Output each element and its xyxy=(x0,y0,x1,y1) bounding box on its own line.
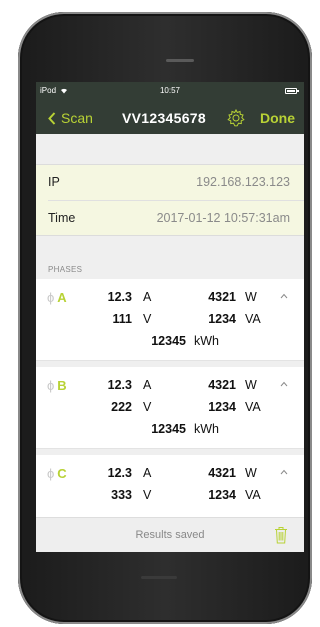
apparent-power-unit: VA xyxy=(245,488,261,502)
status-time: 10:57 xyxy=(159,86,181,95)
apparent-power-value: 1234 xyxy=(208,488,236,502)
ip-label: IP xyxy=(48,175,60,189)
back-button-label: Scan xyxy=(61,110,93,126)
apparent-power-value: 1234 xyxy=(208,400,236,414)
phase-card-a[interactable]: ϕA 12.3 A 4321 W 111 V 1234 VA 12345 kWh xyxy=(36,279,304,361)
power-value: 4321 xyxy=(208,290,236,304)
home-indicator xyxy=(141,576,177,579)
apparent-power-unit: VA xyxy=(245,400,261,414)
back-button[interactable]: Scan xyxy=(48,110,93,126)
phase-name: C xyxy=(57,466,67,481)
navigation-bar: Scan VV12345678 Done xyxy=(36,102,304,134)
chevron-up-icon[interactable] xyxy=(280,380,288,388)
phase-label: ϕB xyxy=(47,378,67,393)
voltage-value: 111 xyxy=(112,312,132,326)
chevron-up-icon[interactable] xyxy=(280,292,288,300)
current-value: 12.3 xyxy=(107,378,132,392)
device-title: VV12345678 xyxy=(122,110,206,126)
time-label: Time xyxy=(48,211,76,225)
voltage-unit: V xyxy=(143,312,152,326)
power-value: 4321 xyxy=(208,466,236,480)
energy-unit: kWh xyxy=(194,422,219,436)
app-screen: iPod 10:57 Scan VV12345678 Done IP 192.1… xyxy=(36,82,304,552)
current-unit: A xyxy=(143,290,152,304)
phase-name: B xyxy=(57,378,67,393)
current-value: 12.3 xyxy=(107,290,132,304)
ip-row: IP 192.168.123.123 xyxy=(36,165,304,201)
power-unit: W xyxy=(245,466,257,480)
current-unit: A xyxy=(143,466,152,480)
footer-bar: Results saved xyxy=(36,517,304,552)
results-status: Results saved xyxy=(135,529,205,541)
energy-value: 12345 xyxy=(151,334,186,348)
done-button[interactable]: Done xyxy=(260,110,295,126)
status-bar: iPod 10:57 xyxy=(36,82,304,102)
time-row: Time 2017-01-12 10:57:31am xyxy=(36,201,304,236)
gear-icon[interactable] xyxy=(226,108,246,128)
voltage-value: 333 xyxy=(111,488,132,502)
time-value: 2017-01-12 10:57:31am xyxy=(156,211,290,225)
phi-symbol: ϕ xyxy=(47,378,55,393)
phases-section-header: PHASES xyxy=(48,265,83,274)
phase-label: ϕC xyxy=(47,466,67,481)
current-value: 12.3 xyxy=(107,466,132,480)
apparent-power-value: 1234 xyxy=(208,312,236,326)
chevron-left-icon xyxy=(48,111,56,125)
phase-card-c[interactable]: ϕC 12.3 A 4321 W 333 V 1234 VA xyxy=(36,455,304,517)
phi-symbol: ϕ xyxy=(47,290,55,305)
voltage-value: 222 xyxy=(111,400,132,414)
power-unit: W xyxy=(245,290,257,304)
battery-icon xyxy=(285,88,299,94)
power-unit: W xyxy=(245,378,257,392)
voltage-unit: V xyxy=(143,400,152,414)
energy-unit: kWh xyxy=(194,334,219,348)
ip-value: 192.168.123.123 xyxy=(196,175,290,189)
power-value: 4321 xyxy=(208,378,236,392)
energy-value: 12345 xyxy=(151,422,186,436)
phase-card-b[interactable]: ϕB 12.3 A 4321 W 222 V 1234 VA 12345 kWh xyxy=(36,367,304,449)
apparent-power-unit: VA xyxy=(245,312,261,326)
device-info-section: IP 192.168.123.123 Time 2017-01-12 10:57… xyxy=(36,164,304,236)
phase-label: ϕA xyxy=(47,290,67,305)
voltage-unit: V xyxy=(143,488,152,502)
current-unit: A xyxy=(143,378,152,392)
speaker-grille xyxy=(166,59,194,62)
phase-name: A xyxy=(57,290,67,305)
trash-icon[interactable] xyxy=(274,526,288,544)
chevron-up-icon[interactable] xyxy=(280,468,288,476)
phi-symbol: ϕ xyxy=(47,466,55,481)
